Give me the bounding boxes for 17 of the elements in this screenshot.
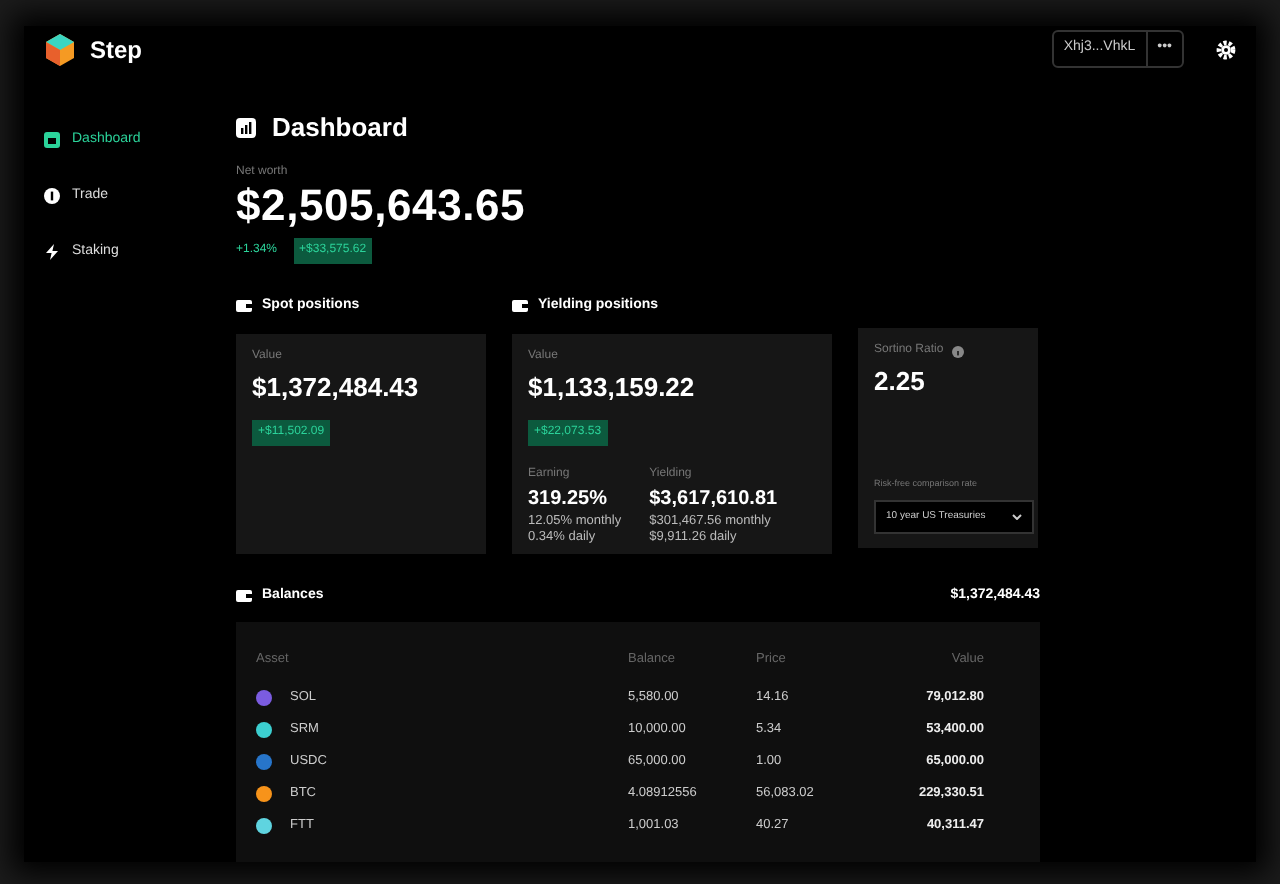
- brand-name: Step: [90, 33, 143, 68]
- page-title: Dashboard: [272, 110, 408, 147]
- info-icon[interactable]: [951, 345, 964, 357]
- stat-value: $3,617,610.81: [649, 485, 778, 514]
- chevron-icon: [1012, 513, 1022, 520]
- coin-icon: [44, 188, 60, 205]
- net-worth-value: $2,505,643.65: [236, 181, 528, 230]
- wallet-icon: [512, 300, 528, 313]
- settings-icon[interactable]: [1216, 39, 1236, 60]
- wallet-icon: [236, 300, 252, 313]
- yielding-value: $1,133,159.22: [528, 373, 697, 402]
- spot-value: $1,372,484.43: [252, 373, 421, 402]
- logo-icon: [44, 33, 76, 66]
- wallet-icon: [236, 589, 252, 602]
- stat-value: 319.25%: [528, 485, 609, 514]
- bolt-icon: [44, 244, 60, 261]
- sortino-value: 2.25: [874, 368, 927, 397]
